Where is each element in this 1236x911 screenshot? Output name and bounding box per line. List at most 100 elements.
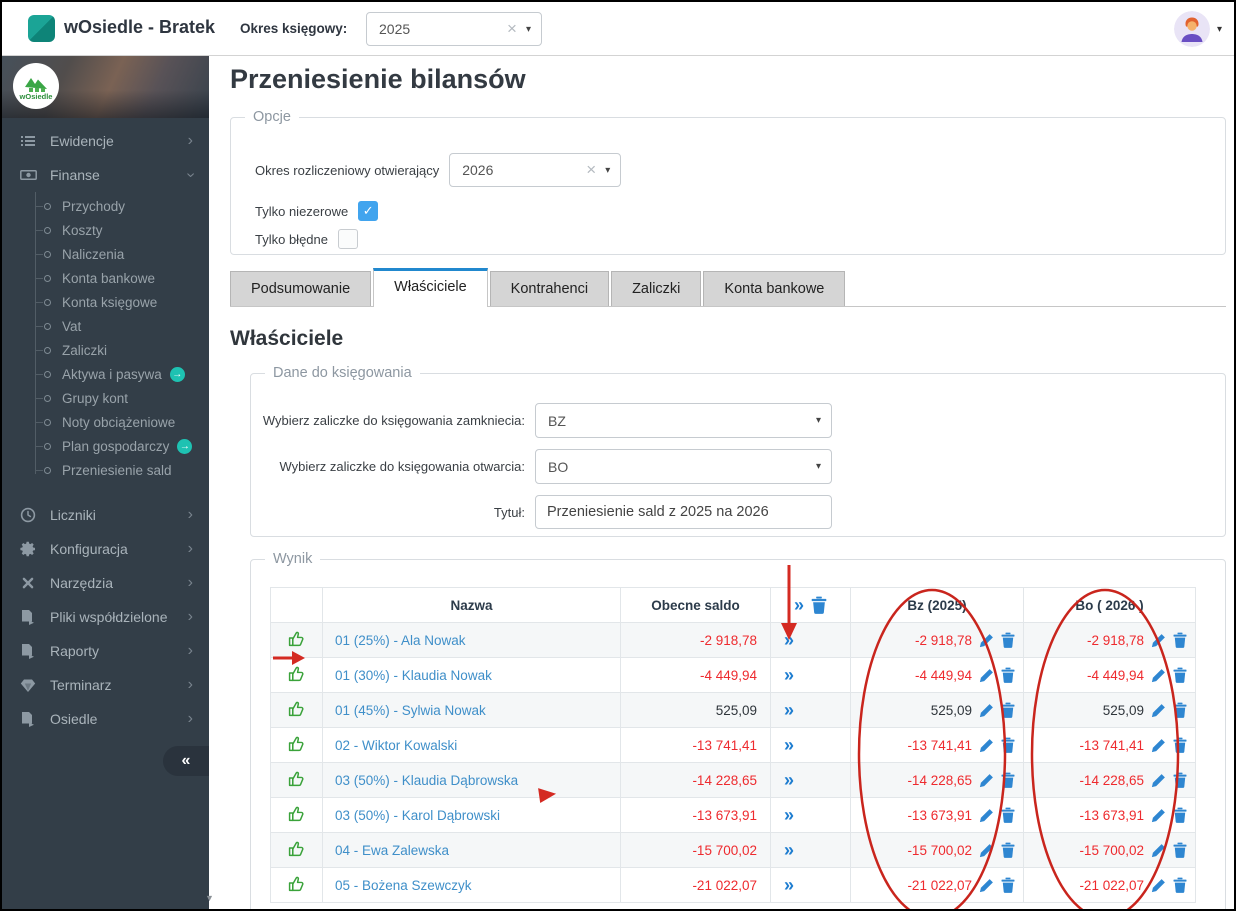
sidebar-collapse-button[interactable]: « <box>163 746 209 776</box>
delete-icon[interactable] <box>1001 807 1015 823</box>
thumbs-up-icon[interactable] <box>288 630 305 647</box>
thumbs-up-icon[interactable] <box>288 840 305 857</box>
owner-link[interactable]: 01 (25%) - Ala Nowak <box>335 633 466 648</box>
sidebar-item-vat[interactable]: Vat <box>2 314 209 338</box>
delete-icon[interactable] <box>1173 737 1187 753</box>
tab-podsumowanie[interactable]: Podsumowanie <box>230 271 371 306</box>
chevron-down-icon[interactable]: ▾ <box>816 415 821 426</box>
opening-period-select[interactable]: 2026 × ▾ <box>449 153 621 187</box>
user-avatar[interactable] <box>1174 11 1210 47</box>
edit-icon[interactable] <box>979 808 994 823</box>
chevron-down-icon[interactable]: ▾ <box>526 24 531 35</box>
chevron-down-icon[interactable]: ▾ <box>816 461 821 472</box>
chevron-down-icon[interactable]: ▾ <box>605 165 610 176</box>
only-nonzero-checkbox[interactable]: ✓ <box>358 201 378 221</box>
edit-icon[interactable] <box>1151 703 1166 718</box>
clear-icon[interactable]: × <box>586 160 596 180</box>
edit-icon[interactable] <box>979 738 994 753</box>
sidebar-item-przeniesienie-sald[interactable]: Przeniesienie sald <box>2 458 209 482</box>
delete-icon[interactable] <box>1001 632 1015 648</box>
transfer-icon[interactable]: » <box>784 875 792 895</box>
transfer-icon[interactable]: » <box>784 735 792 755</box>
delete-icon[interactable] <box>1173 807 1187 823</box>
thumbs-up-icon[interactable] <box>288 770 305 787</box>
sidebar-item-raporty[interactable]: Raporty› <box>2 634 209 668</box>
opening-advance-select[interactable]: BO ▾ <box>535 449 832 484</box>
transfer-icon[interactable]: » <box>784 805 792 825</box>
sidebar-item-konta-ksiegowe[interactable]: Konta księgowe <box>2 290 209 314</box>
thumbs-up-icon[interactable] <box>288 805 305 822</box>
owner-link[interactable]: 04 - Ewa Zalewska <box>335 843 449 858</box>
delete-icon[interactable] <box>1173 632 1187 648</box>
sidebar-item-pliki-wspoldzielone[interactable]: Pliki współdzielone› <box>2 600 209 634</box>
transfer-icon[interactable]: » <box>784 630 792 650</box>
thumbs-up-icon[interactable] <box>288 700 305 717</box>
edit-icon[interactable] <box>979 703 994 718</box>
edit-icon[interactable] <box>1151 773 1166 788</box>
user-menu-chevron-icon[interactable]: ▾ <box>1217 24 1222 35</box>
accounting-period-select[interactable]: 2025 × ▾ <box>366 12 542 46</box>
scroll-down-icon[interactable]: ▼ <box>205 893 214 903</box>
sidebar-item-zaliczki[interactable]: Zaliczki <box>2 338 209 362</box>
edit-icon[interactable] <box>1151 878 1166 893</box>
delete-icon[interactable] <box>1001 877 1015 893</box>
delete-all-icon[interactable] <box>811 596 827 614</box>
thumbs-up-icon[interactable] <box>288 665 305 682</box>
only-errors-checkbox[interactable] <box>338 229 358 249</box>
delete-icon[interactable] <box>1173 842 1187 858</box>
owner-link[interactable]: 01 (30%) - Klaudia Nowak <box>335 668 492 683</box>
edit-icon[interactable] <box>1151 843 1166 858</box>
tab-konta-bankowe[interactable]: Konta bankowe <box>703 271 845 306</box>
transfer-icon[interactable]: » <box>784 700 792 720</box>
sidebar-item-plan-gospodarczy[interactable]: Plan gospodarczy→ <box>2 434 209 458</box>
sidebar-item-naliczenia[interactable]: Naliczenia <box>2 242 209 266</box>
sidebar-item-liczniki[interactable]: Liczniki› <box>2 498 209 532</box>
tab-wlasciciele[interactable]: Właściciele <box>373 268 488 307</box>
delete-icon[interactable] <box>1173 702 1187 718</box>
edit-icon[interactable] <box>979 633 994 648</box>
delete-icon[interactable] <box>1173 772 1187 788</box>
sidebar-item-osiedle[interactable]: Osiedle› <box>2 702 209 736</box>
transfer-icon[interactable]: » <box>784 665 792 685</box>
thumbs-up-icon[interactable] <box>288 735 305 752</box>
delete-icon[interactable] <box>1001 702 1015 718</box>
owner-link[interactable]: 03 (50%) - Karol Dąbrowski <box>335 808 500 823</box>
sidebar-item-aktywa-i-pasywa[interactable]: Aktywa i pasywa→ <box>2 362 209 386</box>
delete-icon[interactable] <box>1173 877 1187 893</box>
owner-link[interactable]: 03 (50%) - Klaudia Dąbrowska <box>335 773 518 788</box>
sidebar-item-grupy-kont[interactable]: Grupy kont <box>2 386 209 410</box>
sidebar-item-koszty[interactable]: Koszty <box>2 218 209 242</box>
edit-icon[interactable] <box>979 773 994 788</box>
edit-icon[interactable] <box>1151 668 1166 683</box>
delete-icon[interactable] <box>1001 737 1015 753</box>
delete-icon[interactable] <box>1001 772 1015 788</box>
delete-icon[interactable] <box>1001 667 1015 683</box>
edit-icon[interactable] <box>979 668 994 683</box>
title-input[interactable] <box>535 495 832 529</box>
edit-icon[interactable] <box>1151 808 1166 823</box>
sidebar-item-terminarz[interactable]: Terminarz› <box>2 668 209 702</box>
owner-link[interactable]: 01 (45%) - Sylwia Nowak <box>335 703 486 718</box>
edit-icon[interactable] <box>1151 633 1166 648</box>
transfer-icon[interactable]: » <box>784 840 792 860</box>
sidebar-item-konta-bankowe[interactable]: Konta bankowe <box>2 266 209 290</box>
sidebar-item-konfiguracja[interactable]: Konfiguracja› <box>2 532 209 566</box>
sidebar-item-noty-obciazeniowe[interactable]: Noty obciążeniowe <box>2 410 209 434</box>
delete-icon[interactable] <box>1173 667 1187 683</box>
sidebar-item-ewidencje[interactable]: Ewidencje› <box>2 124 209 158</box>
closing-advance-select[interactable]: BZ ▾ <box>535 403 832 438</box>
tab-zaliczki[interactable]: Zaliczki <box>611 271 701 306</box>
thumbs-up-icon[interactable] <box>288 875 305 892</box>
edit-icon[interactable] <box>979 843 994 858</box>
delete-icon[interactable] <box>1001 842 1015 858</box>
owner-link[interactable]: 02 - Wiktor Kowalski <box>335 738 457 753</box>
transfer-icon[interactable]: » <box>784 770 792 790</box>
sidebar-item-finanse[interactable]: Finanse› <box>2 158 209 192</box>
edit-icon[interactable] <box>1151 738 1166 753</box>
tab-kontrahenci[interactable]: Kontrahenci <box>490 271 609 306</box>
transfer-all-icon[interactable]: » <box>794 595 802 616</box>
sidebar-item-narzedzia[interactable]: Narzędzia› <box>2 566 209 600</box>
clear-icon[interactable]: × <box>507 19 517 39</box>
owner-link[interactable]: 05 - Bożena Szewczyk <box>335 878 472 893</box>
sidebar-item-przychody[interactable]: Przychody <box>2 194 209 218</box>
